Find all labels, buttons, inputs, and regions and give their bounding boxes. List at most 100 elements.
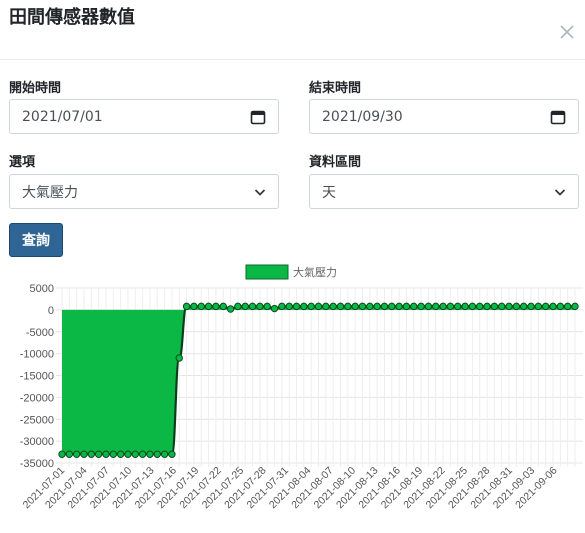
y-tick-label: 5000 [30,283,54,295]
close-icon [560,25,574,39]
data-point[interactable] [153,450,161,458]
data-point[interactable] [380,302,389,311]
data-point[interactable] [439,302,447,311]
data-point[interactable] [94,450,103,458]
data-point[interactable] [527,302,535,311]
data-point[interactable] [87,450,96,458]
data-point[interactable] [212,302,220,311]
data-point[interactable] [256,302,264,311]
y-tick-label: -25000 [20,414,54,426]
data-point[interactable] [160,450,169,458]
data-point[interactable] [190,302,198,311]
data-point[interactable] [424,302,433,311]
data-point[interactable] [138,450,147,458]
data-point[interactable] [219,302,227,311]
data-point[interactable] [490,302,499,311]
data-point[interactable] [314,302,323,311]
data-point[interactable] [395,302,403,311]
y-tick-label: -20000 [20,392,54,404]
data-point[interactable] [300,302,308,311]
data-point[interactable] [520,302,528,311]
legend-swatch [245,264,289,280]
data-point[interactable] [432,302,440,311]
data-point[interactable] [278,302,286,311]
data-point[interactable] [197,302,205,311]
data-point[interactable] [182,302,191,311]
data-point[interactable] [476,302,484,311]
data-point[interactable] [241,302,249,311]
data-point[interactable] [366,302,374,311]
y-tick-label: -5000 [26,327,54,339]
interval-select-value: 天 [322,184,336,201]
option-label: 選項 [9,155,36,170]
data-point[interactable] [351,302,359,311]
interval-select[interactable]: 天 [309,174,579,209]
data-point[interactable] [168,450,176,458]
data-point[interactable] [373,302,381,311]
modal-title: 田間傳感器數值 [9,7,135,28]
data-point[interactable] [248,302,257,311]
data-point[interactable] [512,302,521,311]
data-point[interactable] [80,450,88,458]
data-point[interactable] [116,450,125,458]
data-point[interactable] [175,354,183,362]
data-point[interactable] [446,302,455,311]
data-point[interactable] [65,450,74,458]
data-point[interactable] [307,302,315,311]
end-date-value: 2021/09/30 [322,108,403,125]
close-button[interactable] [559,24,579,44]
data-point[interactable] [563,302,572,311]
data-point[interactable] [234,302,242,311]
calendar-icon[interactable] [550,109,566,125]
data-point[interactable] [226,305,235,313]
data-point[interactable] [131,450,139,458]
pressure-chart: 大氣壓力 5000 0 -5000 -10000 -15000 -20000 -25000 -3… [20,264,583,511]
start-time-label: 開始時間 [9,81,62,96]
data-point[interactable] [454,302,462,311]
data-point[interactable] [417,302,425,311]
data-point[interactable] [263,302,271,311]
data-point[interactable] [556,302,565,311]
data-point[interactable] [461,302,469,311]
chevron-down-icon [554,188,566,196]
data-point[interactable] [549,302,557,311]
data-point[interactable] [402,302,411,311]
data-point[interactable] [336,302,345,311]
data-point[interactable] [124,450,132,458]
data-point[interactable] [534,302,543,311]
data-point[interactable] [329,302,337,311]
data-point[interactable] [146,450,154,458]
y-tick-label: -35000 [20,458,54,470]
option-select-value: 大氣壓力 [22,184,78,201]
chevron-down-icon [254,188,266,196]
data-point[interactable] [468,302,477,311]
interval-label: 資料區間 [309,155,362,170]
data-point[interactable] [505,302,513,311]
data-point[interactable] [358,302,367,311]
data-point[interactable] [292,302,301,311]
data-point[interactable] [541,302,550,311]
y-tick-label: -15000 [20,371,54,383]
calendar-icon[interactable] [250,109,266,125]
data-point[interactable] [72,450,81,458]
data-point[interactable] [498,302,506,311]
data-point[interactable] [58,450,66,458]
data-point[interactable] [410,302,418,311]
data-point[interactable] [102,450,110,458]
end-time-label: 結束時間 [309,81,362,96]
data-point[interactable] [388,302,396,311]
data-point[interactable] [483,302,491,311]
data-point[interactable] [571,302,579,311]
modal-header: 田間傳感器數值 [0,0,585,60]
data-point[interactable] [270,304,279,313]
start-date-value: 2021/07/01 [22,108,103,125]
data-point[interactable] [322,302,330,311]
option-select[interactable]: 大氣壓力 [9,174,279,209]
data-point[interactable] [344,302,352,311]
data-point[interactable] [204,302,213,311]
start-date-input[interactable]: 2021/07/01 [9,99,279,134]
end-date-input[interactable]: 2021/09/30 [309,99,579,134]
query-button[interactable]: 查詢 [9,223,63,257]
data-point[interactable] [285,302,293,311]
data-point[interactable] [109,450,118,458]
